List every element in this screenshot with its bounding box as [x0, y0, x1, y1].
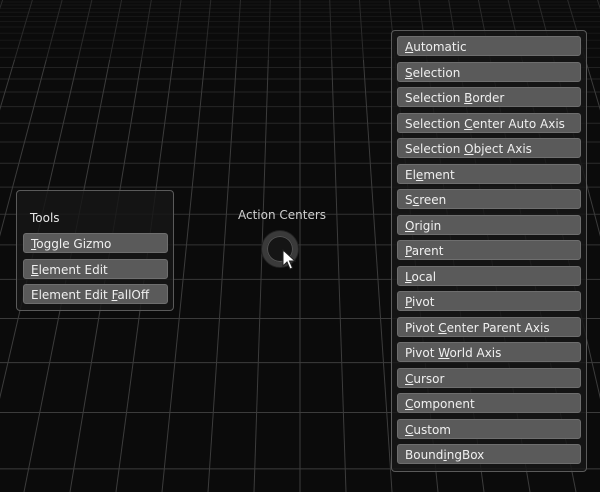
pie-menu-title: Action Centers	[237, 208, 327, 222]
button-label: Selection Border	[405, 91, 505, 105]
button-label: Selection Object Axis	[405, 142, 532, 156]
button-label: Cursor	[405, 371, 445, 386]
button-label: Local	[405, 269, 437, 284]
action-center-element-button[interactable]: Element	[397, 163, 581, 184]
button-label: Selection	[405, 65, 461, 80]
button-label: Pivot World Axis	[405, 346, 502, 360]
button-label: Origin	[405, 218, 442, 233]
action-center-automatic-button[interactable]: Automatic	[397, 36, 581, 56]
button-label: Element Edit FallOff	[31, 288, 150, 302]
action-center-selection-object-axis-button[interactable]: Selection Object Axis	[397, 138, 581, 158]
grid-line	[358, 0, 393, 492]
action-center-origin-button[interactable]: Origin	[397, 214, 581, 235]
button-label: Component	[405, 397, 475, 411]
tools-panel-title: Tools	[30, 211, 60, 225]
button-label: BoundingBox	[405, 448, 485, 462]
action-center-parent-button[interactable]: Parent	[397, 240, 581, 260]
action-center-selection-button[interactable]: Selection	[397, 61, 581, 82]
button-label: Parent	[405, 244, 444, 258]
button-label: Custom	[405, 422, 451, 437]
action-center-pivot-world-axis-button[interactable]: Pivot World Axis	[397, 342, 581, 362]
button-label: Screen	[405, 193, 447, 207]
tool-toggle-gizmo-button[interactable]: Toggle Gizmo	[23, 233, 168, 253]
button-label: Toggle Gizmo	[31, 237, 112, 251]
action-center-cursor-button[interactable]: Cursor	[397, 367, 581, 388]
action-center-boundingbox-button[interactable]: BoundingBox	[397, 444, 581, 464]
action-center-selection-border-button[interactable]: Selection Border	[397, 87, 581, 107]
button-label: Automatic	[405, 40, 467, 54]
tool-element-edit-button[interactable]: Element Edit	[23, 258, 168, 279]
action-center-pivot-center-parent-axis-button[interactable]: Pivot Center Parent Axis	[397, 316, 581, 337]
action-center-component-button[interactable]: Component	[397, 393, 581, 413]
action-center-selection-center-auto-axis-button[interactable]: Selection Center Auto Axis	[397, 112, 581, 133]
button-label: Selection Center Auto Axis	[405, 116, 565, 131]
grid-line	[329, 0, 347, 492]
tool-element-edit-falloff-button[interactable]: Element Edit FallOff	[23, 284, 168, 304]
button-label: Element	[405, 167, 455, 182]
action-center-screen-button[interactable]: Screen	[397, 189, 581, 209]
action-center-local-button[interactable]: Local	[397, 265, 581, 286]
button-label: Element Edit	[31, 262, 108, 277]
action-center-custom-button[interactable]: Custom	[397, 418, 581, 439]
action-center-pivot-button[interactable]: Pivot	[397, 291, 581, 311]
button-label: Pivot	[405, 295, 435, 309]
button-label: Pivot Center Parent Axis	[405, 320, 550, 335]
mouse-cursor-icon	[282, 249, 296, 270]
